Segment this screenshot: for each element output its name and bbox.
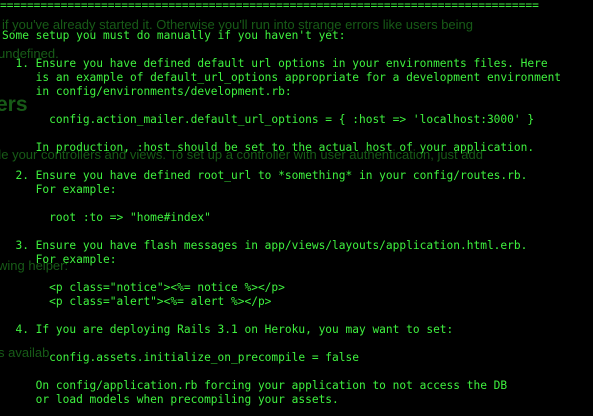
step-3-code: <p class="alert"><%= alert %></p> [2, 295, 272, 308]
terminal-window[interactable]: if you've already started it. Otherwise … [0, 0, 593, 416]
step-4-code: config.assets.initialize_on_precompile =… [2, 351, 359, 364]
step-4-text: 4. If you are deploying Rails 3.1 on Her… [2, 323, 454, 336]
step-1-text: 1. Ensure you have defined default url o… [2, 57, 548, 70]
step-3-text: For example: [2, 253, 117, 266]
step-2-text: For example: [2, 183, 117, 196]
step-4-note: On config/application.rb forcing your ap… [2, 379, 508, 392]
step-1-note: In production, :host should be set to th… [2, 141, 535, 154]
step-1-text: is an example of default_url_options app… [2, 71, 562, 84]
step-3-code: <p class="notice"><%= notice %></p> [2, 281, 285, 294]
step-4-note: or load models when precompiling your as… [2, 393, 339, 406]
step-2-code: root :to => "home#index" [2, 211, 211, 224]
separator-rule: ========================================… [0, 0, 539, 11]
step-3-text: 3. Ensure you have flash messages in app… [2, 239, 528, 252]
step-2-text: 2. Ensure you have defined root_url to *… [2, 169, 528, 182]
step-1-code: config.action_mailer.default_url_options… [2, 113, 535, 126]
step-1-text: in config/environments/development.rb: [2, 85, 292, 98]
setup-intro: Some setup you must do manually if you h… [2, 29, 346, 42]
